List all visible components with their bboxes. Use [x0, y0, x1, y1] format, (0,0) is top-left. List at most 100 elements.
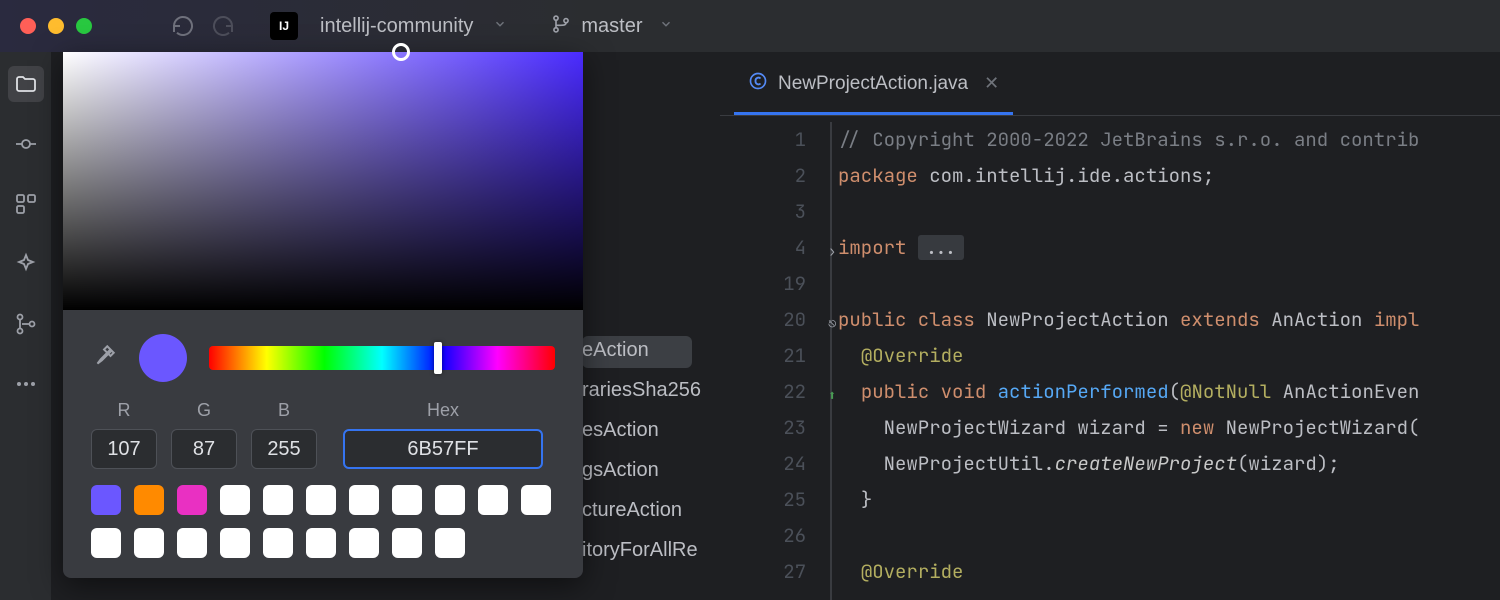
color-swatch[interactable]: [134, 485, 164, 515]
hue-slider[interactable]: [209, 346, 555, 370]
code-text: NewProjectWizard wizard =: [884, 415, 1180, 440]
tab-filename: NewProjectAction.java: [778, 73, 968, 95]
line-number: 3: [720, 194, 806, 230]
color-swatch[interactable]: [349, 528, 379, 558]
line-number: 23: [720, 410, 806, 446]
branch-name: master: [581, 15, 642, 38]
code-text: }: [861, 487, 872, 512]
g-input[interactable]: [171, 429, 237, 469]
intellij-icon: IJ: [270, 12, 298, 40]
editor-area: NewProjectAction.java ✕ 1 2 3 4 19 20 21…: [720, 52, 1500, 600]
color-swatch[interactable]: [134, 528, 164, 558]
saturation-value-field[interactable]: [63, 52, 583, 310]
color-swatch[interactable]: [521, 485, 551, 515]
titlebar: IJ intellij-community master: [0, 0, 1500, 52]
list-item[interactable]: ctureAction: [582, 490, 701, 530]
hex-label: Hex: [427, 400, 459, 421]
editor-tab[interactable]: NewProjectAction.java ✕: [734, 52, 1013, 115]
color-swatch[interactable]: [177, 485, 207, 515]
color-swatch[interactable]: [435, 485, 465, 515]
color-swatch[interactable]: [478, 485, 508, 515]
line-number: 4: [720, 230, 806, 266]
list-item[interactable]: gsAction: [582, 450, 701, 490]
background-list: eAction rariesSha256 esAction gsAction c…: [582, 330, 701, 570]
fold-expand-icon[interactable]: ›: [828, 234, 836, 270]
r-input[interactable]: [91, 429, 157, 469]
redo-button[interactable]: [210, 13, 236, 39]
color-preview-swatch: [139, 334, 187, 382]
ai-tool-button[interactable]: [8, 246, 44, 282]
color-swatch[interactable]: [263, 528, 293, 558]
code-keyword: package: [838, 163, 918, 188]
color-swatch[interactable]: [392, 528, 422, 558]
color-swatch[interactable]: [306, 485, 336, 515]
list-item[interactable]: eAction: [582, 330, 701, 370]
color-swatch[interactable]: [91, 485, 121, 515]
left-toolbar: [0, 52, 52, 600]
close-window-button[interactable]: [20, 18, 36, 34]
line-gutter: 1 2 3 4 19 20 21 22 23 24 25 26 27 › ⎋ ⬆: [720, 122, 830, 600]
project-dropdown-icon[interactable]: [493, 17, 507, 36]
code-keyword: impl: [1374, 307, 1420, 332]
project-name[interactable]: intellij-community: [320, 15, 473, 38]
line-number: 20: [720, 302, 806, 338]
implements-gutter-icon[interactable]: ⎋: [828, 306, 836, 342]
branch-dropdown-icon: [659, 17, 673, 36]
color-swatch[interactable]: [220, 528, 250, 558]
code-fold[interactable]: ...: [918, 235, 964, 260]
branch-selector[interactable]: master: [551, 14, 672, 39]
code-text: NewProjectWizard(: [1226, 415, 1420, 440]
color-swatch[interactable]: [263, 485, 293, 515]
list-item[interactable]: esAction: [582, 410, 701, 450]
color-swatch[interactable]: [91, 528, 121, 558]
color-swatch[interactable]: [392, 485, 422, 515]
more-tool-button[interactable]: [8, 366, 44, 402]
minimize-window-button[interactable]: [48, 18, 64, 34]
color-swatch[interactable]: [177, 528, 207, 558]
line-number: 21: [720, 338, 806, 374]
color-swatch[interactable]: [349, 485, 379, 515]
code-keyword: new: [1180, 415, 1226, 440]
vcs-tool-button[interactable]: [8, 306, 44, 342]
line-number: 25: [720, 482, 806, 518]
color-swatch[interactable]: [220, 485, 250, 515]
line-number: 22: [720, 374, 806, 410]
code-text: AnActionEven: [1283, 379, 1420, 404]
maximize-window-button[interactable]: [76, 18, 92, 34]
list-item[interactable]: rariesSha256: [582, 370, 701, 410]
color-swatches: [63, 485, 583, 578]
hue-slider-thumb[interactable]: [434, 342, 442, 374]
hex-input[interactable]: [343, 429, 543, 469]
line-number: 26: [720, 518, 806, 554]
list-item[interactable]: itoryForAllRe: [582, 530, 701, 570]
code-editor[interactable]: 1 2 3 4 19 20 21 22 23 24 25 26 27 › ⎋ ⬆…: [720, 116, 1500, 600]
code-annotation: @NotNull: [1180, 379, 1283, 404]
code-annotation: @Override: [861, 559, 964, 584]
undo-button[interactable]: [170, 13, 196, 39]
code-keyword: public class: [838, 307, 986, 332]
code-static-method: createNewProject: [1055, 451, 1237, 476]
close-tab-icon[interactable]: ✕: [984, 73, 999, 94]
override-gutter-icon[interactable]: ⬆: [828, 378, 836, 414]
line-number: 2: [720, 158, 806, 194]
g-label: G: [197, 400, 211, 421]
sv-cursor[interactable]: [392, 43, 410, 61]
b-input[interactable]: [251, 429, 317, 469]
code-function: actionPerformed: [998, 379, 1169, 404]
code-keyword: extends: [1180, 307, 1271, 332]
editor-tabs: NewProjectAction.java ✕: [720, 52, 1500, 116]
code-content[interactable]: // Copyright 2000-2022 JetBrains s.r.o. …: [830, 122, 1500, 600]
eyedropper-button[interactable]: [91, 343, 117, 374]
code-text: com.intellij.ide.actions;: [918, 163, 1214, 188]
code-text: AnAction: [1271, 307, 1374, 332]
branch-icon: [551, 14, 571, 39]
code-annotation: @Override: [861, 343, 964, 368]
color-swatch[interactable]: [306, 528, 336, 558]
commit-tool-button[interactable]: [8, 126, 44, 162]
color-swatch[interactable]: [435, 528, 465, 558]
line-number: 27: [720, 554, 806, 590]
window-controls: [20, 18, 92, 34]
project-tool-button[interactable]: [8, 66, 44, 102]
structure-tool-button[interactable]: [8, 186, 44, 222]
code-keyword: import: [838, 235, 918, 260]
